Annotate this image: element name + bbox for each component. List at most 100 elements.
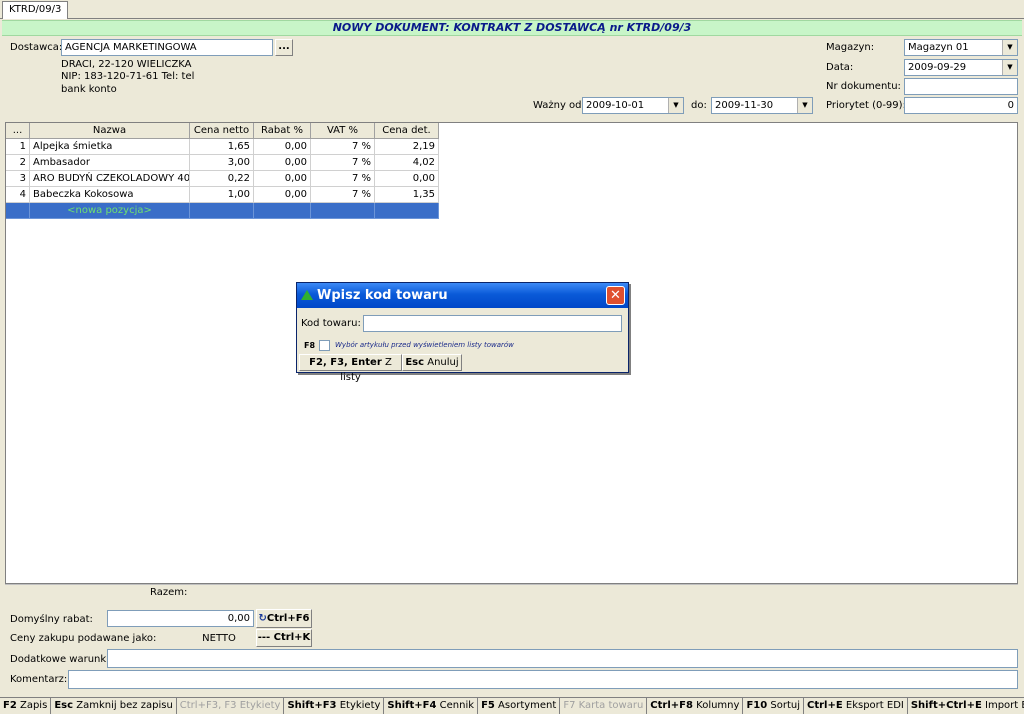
cell-cena-det: 2,19 bbox=[375, 139, 439, 155]
table-row[interactable]: 3 ARO BUDYŃ CZEKOLADOWY 40 0,22 0,00 7 %… bbox=[6, 171, 439, 187]
wazny-od-value: 2009-10-01 bbox=[586, 100, 645, 111]
fkey-pricelist[interactable]: Shift+F4 Cennik bbox=[384, 698, 479, 714]
data-field[interactable]: 2009-09-29 ▼ bbox=[904, 59, 1018, 76]
fkey-text: Eksport EDI bbox=[845, 700, 904, 711]
cell-rabat bbox=[254, 203, 311, 219]
magazyn-select[interactable]: Magazyn 01 ▼ bbox=[904, 39, 1018, 56]
supplier-browse-button[interactable]: ... bbox=[275, 39, 293, 56]
ceny-value: NETTO bbox=[202, 633, 236, 644]
priorytet-field[interactable]: 0 bbox=[904, 97, 1018, 114]
fkey-text: Etykiety bbox=[339, 700, 381, 711]
fkey-key: F2 bbox=[3, 700, 17, 711]
col-header-nazwa[interactable]: Nazwa bbox=[30, 123, 190, 139]
fkey-key: Shift+Ctrl+E bbox=[910, 700, 982, 711]
wazny-od-field[interactable]: 2009-10-01 ▼ bbox=[582, 97, 684, 114]
fkey-product-card[interactable]: F7 Karta towaru bbox=[560, 698, 648, 714]
nr-dokumentu-label: Nr dokumentu: bbox=[826, 81, 901, 92]
fkey-save[interactable]: F2 Zapis bbox=[0, 698, 52, 714]
fkey-text: Etykiety bbox=[239, 700, 281, 711]
table-row[interactable]: 2 Ambasador 3,00 0,00 7 % 4,02 bbox=[6, 155, 439, 171]
app-icon bbox=[301, 290, 313, 300]
col-header-rabat[interactable]: Rabat % bbox=[254, 123, 311, 139]
cell-lp: 1 bbox=[6, 139, 30, 155]
chevron-down-icon[interactable]: ▼ bbox=[1002, 60, 1017, 75]
cell-cena-netto bbox=[190, 203, 254, 219]
cell-cena-det: 0,00 bbox=[375, 171, 439, 187]
komentarz-label: Komentarz: bbox=[10, 674, 68, 685]
fkey-key: Ctrl+F3, F3 bbox=[179, 700, 237, 711]
nr-dokumentu-field[interactable] bbox=[904, 78, 1018, 95]
wazny-do-label: do: bbox=[691, 100, 707, 111]
fkey-key: Ctrl+F8 bbox=[650, 700, 693, 711]
refresh-icon: ↻ bbox=[258, 613, 267, 624]
totals-bar: Razem: bbox=[5, 584, 1018, 601]
chevron-down-icon[interactable]: ▼ bbox=[797, 98, 812, 113]
wazny-do-value: 2009-11-30 bbox=[715, 100, 774, 111]
cell-lp bbox=[6, 203, 30, 219]
fkey-key: F10 bbox=[746, 700, 768, 711]
cell-rabat: 0,00 bbox=[254, 155, 311, 171]
fkey-text: Sortuj bbox=[770, 700, 800, 711]
product-code-dialog[interactable]: Wpisz kod towaru ✕ Kod towaru: F8 Wybór … bbox=[296, 282, 629, 383]
cell-rabat: 0,00 bbox=[254, 171, 311, 187]
supplier-bank: bank konto bbox=[61, 84, 117, 95]
document-title: NOWY DOKUMENT: KONTRAKT Z DOSTAWCĄ nr KT… bbox=[2, 20, 1022, 36]
fkey-key: F5 bbox=[481, 700, 495, 711]
table-row[interactable]: 1 Alpejka śmietka 1,65 0,00 7 % 2,19 bbox=[6, 139, 439, 155]
fkey-export-edi[interactable]: Ctrl+E Eksport EDI bbox=[804, 698, 908, 714]
fkey-assortment[interactable]: F5 Asortyment bbox=[478, 698, 561, 714]
fkey-text: Zapis bbox=[19, 700, 48, 711]
wazny-do-field[interactable]: 2009-11-30 ▼ bbox=[711, 97, 813, 114]
table-row[interactable]: 4 Babeczka Kokosowa 1,00 0,00 7 % 1,35 bbox=[6, 187, 439, 203]
rabat-button[interactable]: ↻Ctrl+F6 bbox=[256, 609, 312, 628]
data-value: 2009-09-29 bbox=[908, 62, 967, 73]
fkey-key: Shift+F3 bbox=[287, 700, 337, 711]
function-key-bar: F2 Zapis Esc Zamknij bez zapisu Ctrl+F3,… bbox=[0, 697, 1024, 714]
new-row-label: <nowa pozycja> bbox=[30, 203, 190, 219]
rabat-button-label: Ctrl+F6 bbox=[266, 613, 310, 624]
close-icon[interactable]: ✕ bbox=[606, 286, 625, 305]
cancel-button[interactable]: Esc Anuluj bbox=[402, 354, 462, 371]
fkey-import-edi[interactable]: Shift+Ctrl+E Import EDI bbox=[908, 698, 1024, 714]
dialog-title: Wpisz kod towaru bbox=[317, 288, 448, 303]
col-header-vat[interactable]: VAT % bbox=[311, 123, 375, 139]
wazny-od-label: Ważny od bbox=[533, 100, 582, 111]
warunki-label: Dodatkowe warunki: bbox=[10, 654, 113, 665]
new-row[interactable]: <nowa pozycja> bbox=[6, 203, 439, 219]
magazyn-value: Magazyn 01 bbox=[908, 42, 969, 53]
cell-cena-det: 4,02 bbox=[375, 155, 439, 171]
chevron-down-icon[interactable]: ▼ bbox=[1002, 40, 1017, 55]
col-header-cena-det[interactable]: Cena det. bbox=[375, 123, 439, 139]
cell-rabat: 0,00 bbox=[254, 139, 311, 155]
fkey-columns[interactable]: Ctrl+F8 Kolumny bbox=[647, 698, 744, 714]
from-list-key: F2, F3, Enter bbox=[309, 357, 382, 368]
cell-cena-netto: 3,00 bbox=[190, 155, 254, 171]
supplier-nip: NIP: 183-120-71-61 Tel: tel bbox=[61, 71, 195, 82]
cell-vat bbox=[311, 203, 375, 219]
cell-cena-netto: 0,22 bbox=[190, 171, 254, 187]
fkey-labels-disabled[interactable]: Ctrl+F3, F3 Etykiety bbox=[177, 698, 285, 714]
fkey-sort[interactable]: F10 Sortuj bbox=[743, 698, 804, 714]
tab-document[interactable]: KTRD/09/3 bbox=[2, 1, 69, 19]
choose-before-list-checkbox[interactable] bbox=[319, 340, 330, 351]
fkey-key: Esc bbox=[54, 700, 74, 711]
rabat-field[interactable]: 0,00 bbox=[107, 610, 254, 627]
from-list-button[interactable]: F2, F3, Enter Z listy bbox=[299, 354, 402, 383]
ceny-toggle-button[interactable]: --- Ctrl+K bbox=[256, 629, 312, 647]
warunki-field[interactable] bbox=[107, 649, 1018, 668]
fkey-close-no-save[interactable]: Esc Zamknij bez zapisu bbox=[51, 698, 177, 714]
fkey-labels[interactable]: Shift+F3 Etykiety bbox=[284, 698, 385, 714]
data-label: Data: bbox=[826, 62, 854, 73]
cell-vat: 7 % bbox=[311, 139, 375, 155]
supplier-name-field[interactable]: AGENCJA MARKETINGOWA bbox=[61, 39, 273, 56]
cell-nazwa: Ambasador bbox=[30, 155, 190, 171]
cell-nazwa: Babeczka Kokosowa bbox=[30, 187, 190, 203]
chevron-down-icon[interactable]: ▼ bbox=[668, 98, 683, 113]
cell-cena-det: 1,35 bbox=[375, 187, 439, 203]
kod-towaru-input[interactable] bbox=[363, 315, 622, 332]
komentarz-field[interactable] bbox=[68, 670, 1018, 689]
cell-vat: 7 % bbox=[311, 187, 375, 203]
dialog-titlebar[interactable]: Wpisz kod towaru ✕ bbox=[297, 283, 628, 308]
col-header-cena-netto[interactable]: Cena netto bbox=[190, 123, 254, 139]
col-header-lp[interactable]: ... bbox=[6, 123, 30, 139]
